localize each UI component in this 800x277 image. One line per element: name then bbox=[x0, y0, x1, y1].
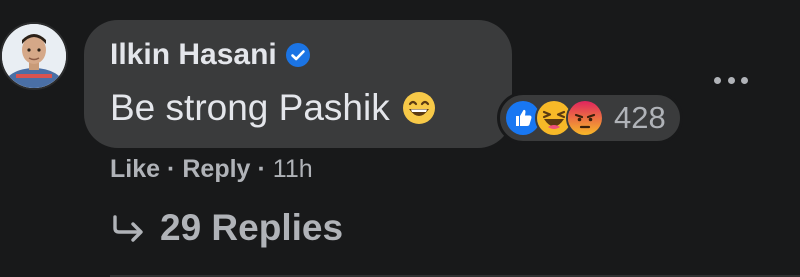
replies-count-label: 29 Replies bbox=[160, 207, 344, 248]
reaction-count: 428 bbox=[614, 100, 666, 135]
like-button[interactable]: Like bbox=[110, 154, 160, 184]
author-name[interactable]: Ilkin Hasani bbox=[110, 38, 277, 72]
dot-icon bbox=[714, 76, 721, 84]
view-replies-button[interactable]: 29 Replies bbox=[110, 206, 343, 250]
comment-timestamp[interactable]: 11h bbox=[273, 154, 313, 184]
reply-arrow-icon bbox=[113, 215, 143, 242]
avatar-photo bbox=[2, 24, 66, 88]
dot-icon bbox=[741, 76, 748, 84]
comment-text: Be strong Pashik bbox=[110, 87, 390, 128]
comment-body: Be strong Pashik bbox=[110, 86, 436, 130]
author-avatar[interactable] bbox=[0, 22, 68, 90]
verified-badge-icon bbox=[285, 43, 310, 67]
comment-thread: Ilkin Hasani Be strong Pashik 428 Like ·… bbox=[0, 0, 800, 277]
previous-content-edge bbox=[150, 0, 270, 6]
reaction-summary[interactable]: 428 bbox=[497, 92, 683, 144]
author-row: Ilkin Hasani bbox=[110, 38, 311, 72]
angry-reaction-icon bbox=[566, 99, 604, 137]
grinning-emoji-icon bbox=[402, 92, 435, 124]
comment-bubble: Ilkin Hasani Be strong Pashik bbox=[84, 20, 512, 148]
separator-dot: · bbox=[257, 155, 266, 183]
dot-icon bbox=[727, 76, 735, 84]
reply-button[interactable]: Reply bbox=[182, 154, 250, 184]
comment-actions: Like · Reply · 11h bbox=[110, 154, 313, 184]
separator-dot: · bbox=[167, 155, 176, 183]
more-options-button[interactable] bbox=[714, 70, 748, 90]
